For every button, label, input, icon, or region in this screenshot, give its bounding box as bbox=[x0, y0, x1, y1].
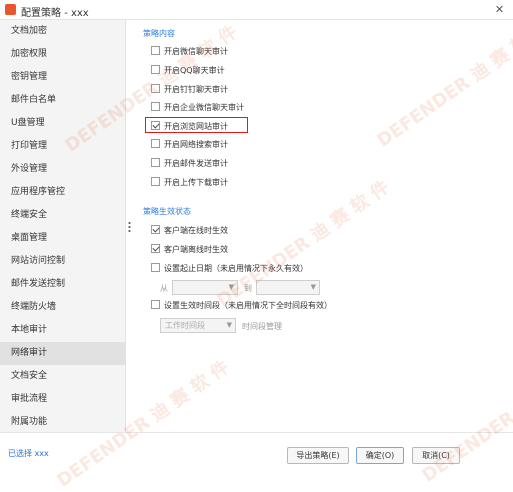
checkbox-row-qq-audit[interactable]: 开启QQ聊天审计 bbox=[151, 65, 225, 77]
sidebar-item-usb-management[interactable]: U盘管理 bbox=[0, 112, 125, 135]
selected-target-link[interactable]: 已选择 xxx bbox=[8, 448, 49, 459]
sidebar-item-mail-send-control[interactable]: 邮件发送控制 bbox=[0, 273, 125, 296]
chevron-down-icon: ▼ bbox=[226, 321, 232, 329]
sidebar: 文档加密 加密权限 密钥管理 邮件白名单 U盘管理 打印管理 外设管理 应用程序… bbox=[0, 20, 126, 432]
checkbox[interactable] bbox=[151, 300, 160, 309]
ok-button[interactable]: 确定(O) bbox=[356, 447, 404, 464]
sidebar-item-desktop-management[interactable]: 桌面管理 bbox=[0, 227, 125, 250]
export-policy-button[interactable]: 导出策略(E) bbox=[287, 447, 349, 464]
chevron-down-icon: ▼ bbox=[228, 283, 234, 291]
from-label: 从 bbox=[160, 284, 168, 293]
start-date-picker[interactable]: ▼ bbox=[172, 280, 238, 295]
sidebar-item-encryption-permission[interactable]: 加密权限 bbox=[0, 43, 125, 66]
checkbox-label: 开启邮件发送审计 bbox=[164, 159, 228, 168]
sidebar-item-key-management[interactable]: 密钥管理 bbox=[0, 66, 125, 89]
sidebar-item-network-audit[interactable]: 网络审计 bbox=[0, 342, 125, 365]
bottom-divider bbox=[0, 432, 513, 433]
checkbox-row-wecom-audit[interactable]: 开启企业微信聊天审计 bbox=[151, 102, 244, 114]
checkbox-label: 设置起止日期（未启用情况下永久有效） bbox=[164, 264, 308, 273]
checkbox-checked[interactable] bbox=[151, 225, 160, 234]
time-period-manage-link[interactable]: 时间段管理 bbox=[242, 321, 282, 332]
checkbox[interactable] bbox=[151, 158, 160, 167]
sidebar-item-doc-security[interactable]: 文档安全 bbox=[0, 365, 125, 388]
checkbox[interactable] bbox=[151, 65, 160, 74]
checkbox[interactable] bbox=[151, 102, 160, 111]
checkbox-label: 开启上传下载审计 bbox=[164, 178, 228, 187]
window-title: 配置策略 - xxx bbox=[21, 8, 89, 19]
checkbox[interactable] bbox=[151, 139, 160, 148]
checkbox-row-online-effective[interactable]: 客户端在线时生效 bbox=[151, 225, 228, 237]
sidebar-item-doc-encryption[interactable]: 文档加密 bbox=[0, 20, 125, 43]
checkbox-row-wechat-audit[interactable]: 开启微信聊天审计 bbox=[151, 46, 228, 58]
end-date-picker[interactable]: ▼ bbox=[256, 280, 320, 295]
sidebar-item-peripheral-management[interactable]: 外设管理 bbox=[0, 158, 125, 181]
checkbox-label: 设置生效时间段（未启用情况下全时间段有效） bbox=[164, 301, 332, 310]
time-period-select-value: 工作时间段 bbox=[165, 321, 205, 330]
checkbox-row-start-end-date[interactable]: 设置起止日期（未启用情况下永久有效） bbox=[151, 263, 308, 275]
sidebar-item-terminal-security[interactable]: 终端安全 bbox=[0, 204, 125, 227]
sidebar-item-print-management[interactable]: 打印管理 bbox=[0, 135, 125, 158]
watermark-logo: DEFENDER 迪 赛 软 件 bbox=[418, 352, 513, 487]
time-period-select[interactable]: 工作时间段 ▼ bbox=[160, 318, 236, 333]
checkbox-row-upload-download-audit[interactable]: 开启上传下载审计 bbox=[151, 177, 228, 189]
section-title-policy-content: 策略内容 bbox=[143, 29, 175, 38]
checkbox[interactable] bbox=[151, 263, 160, 272]
checkbox-row-web-search-audit[interactable]: 开启网络搜索审计 bbox=[151, 139, 228, 151]
checkbox-label: 开启钉钉聊天审计 bbox=[164, 85, 228, 94]
checkbox-row-time-period[interactable]: 设置生效时间段（未启用情况下全时间段有效） bbox=[151, 300, 332, 312]
checkbox-label: 开启QQ聊天审计 bbox=[164, 66, 225, 75]
cancel-button[interactable]: 取消(C) bbox=[412, 447, 460, 464]
watermark-logo: DEFENDER 迪 赛 软 件 bbox=[373, 17, 513, 152]
chevron-down-icon: ▼ bbox=[310, 283, 316, 291]
checkbox[interactable] bbox=[151, 84, 160, 93]
sidebar-item-extra-functions[interactable]: 附属功能 bbox=[0, 411, 125, 434]
checkbox-label: 客户端离线时生效 bbox=[164, 245, 228, 254]
app-icon bbox=[5, 4, 16, 15]
to-label: 到 bbox=[244, 284, 252, 293]
highlight-box bbox=[145, 117, 248, 133]
sidebar-item-mail-whitelist[interactable]: 邮件白名单 bbox=[0, 89, 125, 112]
sidebar-item-app-control[interactable]: 应用程序管控 bbox=[0, 181, 125, 204]
checkbox-label: 开启微信聊天审计 bbox=[164, 47, 228, 56]
checkbox-row-dingtalk-audit[interactable]: 开启钉钉聊天审计 bbox=[151, 84, 228, 96]
sidebar-item-approval-flow[interactable]: 审批流程 bbox=[0, 388, 125, 411]
checkbox-label: 客户端在线时生效 bbox=[164, 226, 228, 235]
checkbox[interactable] bbox=[151, 46, 160, 55]
checkbox-row-offline-effective[interactable]: 客户端离线时生效 bbox=[151, 244, 228, 256]
checkbox-checked[interactable] bbox=[151, 244, 160, 253]
sidebar-item-local-audit[interactable]: 本地审计 bbox=[0, 319, 125, 342]
checkbox-row-mail-send-audit[interactable]: 开启邮件发送审计 bbox=[151, 158, 228, 170]
checkbox[interactable] bbox=[151, 177, 160, 186]
checkbox-label: 开启网络搜索审计 bbox=[164, 140, 228, 149]
section-title-policy-status: 策略生效状态 bbox=[143, 207, 191, 216]
splitter-handle[interactable] bbox=[128, 221, 131, 233]
checkbox-label: 开启企业微信聊天审计 bbox=[164, 103, 244, 112]
sidebar-item-website-access[interactable]: 网站访问控制 bbox=[0, 250, 125, 273]
title-bar: 配置策略 - xxx ✕ bbox=[0, 0, 513, 20]
close-button[interactable]: ✕ bbox=[492, 2, 507, 17]
sidebar-item-terminal-firewall[interactable]: 终端防火墙 bbox=[0, 296, 125, 319]
